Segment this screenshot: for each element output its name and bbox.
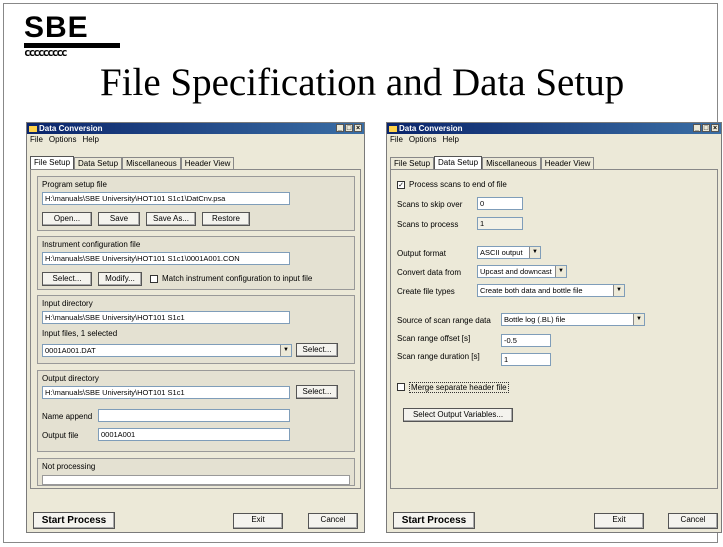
menu-help[interactable]: Help: [442, 134, 458, 145]
tab-file-setup[interactable]: File Setup: [30, 156, 75, 170]
modify-config-button[interactable]: Modify...: [98, 272, 142, 286]
program-setup-path[interactable]: H:\manuals\SBE University\HOT101 S1c1\Da…: [42, 192, 290, 205]
open-button[interactable]: Open...: [42, 212, 92, 226]
select-input-button[interactable]: Select...: [296, 343, 338, 357]
logo-text: SBE: [24, 11, 89, 44]
instrument-config-label: Instrument configuration file: [42, 240, 141, 249]
right-menubar: File Options Help: [387, 134, 721, 145]
create-file-types-select[interactable]: Create both data and bottle file ▼: [477, 284, 625, 297]
left-window-titlebar[interactable]: Data Conversion _ □ ×: [27, 123, 364, 134]
chevron-down-icon[interactable]: ▼: [555, 266, 566, 277]
start-process-button[interactable]: Start Process: [393, 512, 475, 529]
right-window-titlebar[interactable]: Data Conversion _ □ ×: [387, 123, 721, 134]
convert-from-select[interactable]: Upcast and downcast ▼: [477, 265, 567, 278]
skip-over-input[interactable]: 0: [477, 197, 523, 210]
left-menubar: File Options Help: [27, 134, 364, 145]
data-setup-panel: ✓ Process scans to end of file Scans to …: [390, 169, 718, 489]
input-file-value: 0001A001.DAT: [45, 346, 96, 355]
chevron-down-icon[interactable]: ▼: [280, 345, 291, 356]
scan-range-duration-label: Scan range duration [s]: [397, 352, 480, 361]
convert-from-label: Convert data from: [397, 268, 462, 277]
scan-range-offset-input[interactable]: -0.5: [501, 334, 551, 347]
exit-button[interactable]: Exit: [233, 513, 283, 529]
save-as-button[interactable]: Save As...: [146, 212, 196, 226]
select-output-button[interactable]: Select...: [296, 385, 338, 399]
match-config-checkbox[interactable]: [150, 275, 158, 283]
progress-bar: [42, 475, 350, 485]
cancel-button[interactable]: Cancel: [668, 513, 718, 529]
close-icon[interactable]: ×: [354, 124, 362, 132]
scans-to-process-label: Scans to process: [397, 220, 459, 229]
save-button[interactable]: Save: [98, 212, 140, 226]
output-file-input[interactable]: 0001A001: [98, 428, 290, 441]
cancel-button[interactable]: Cancel: [308, 513, 358, 529]
app-icon: [389, 125, 397, 132]
exit-button[interactable]: Exit: [594, 513, 644, 529]
slide-title: File Specification and Data Setup: [100, 61, 625, 104]
output-directory-group: Output directory H:\manuals\SBE Universi…: [37, 370, 355, 452]
logo-wave: ccccccccc: [24, 46, 68, 59]
menu-options[interactable]: Options: [49, 134, 77, 145]
minimize-icon[interactable]: _: [336, 124, 344, 132]
restore-button[interactable]: Restore: [202, 212, 250, 226]
create-file-types-label: Create file types: [397, 287, 455, 296]
output-file-label: Output file: [42, 431, 79, 440]
maximize-icon[interactable]: □: [702, 124, 710, 132]
maximize-icon[interactable]: □: [345, 124, 353, 132]
source-scan-range-label: Source of scan range data: [397, 316, 491, 325]
name-append-label: Name append: [42, 412, 93, 421]
menu-help[interactable]: Help: [82, 134, 98, 145]
process-scans-label: Process scans to end of file: [409, 180, 507, 189]
minimize-icon[interactable]: _: [693, 124, 701, 132]
output-format-select[interactable]: ASCII output ▼: [477, 246, 541, 259]
program-setup-label: Program setup file: [42, 180, 107, 189]
tab-data-setup[interactable]: Data Setup: [434, 156, 483, 170]
input-directory-group: Input directory H:\manuals\SBE Universit…: [37, 295, 355, 364]
input-file-select[interactable]: 0001A001.DAT ▼: [42, 344, 292, 357]
menu-file[interactable]: File: [30, 134, 43, 145]
menu-file[interactable]: File: [390, 134, 403, 145]
chevron-down-icon[interactable]: ▼: [613, 285, 624, 296]
output-directory-path[interactable]: H:\manuals\SBE University\HOT101 S1c1: [42, 386, 290, 399]
name-append-input[interactable]: [98, 409, 290, 422]
window-title: Data Conversion: [39, 124, 103, 133]
scans-to-process-input[interactable]: 1: [477, 217, 523, 230]
input-files-label: Input files, 1 selected: [42, 329, 118, 338]
program-setup-group: Program setup file H:\manuals\SBE Univer…: [37, 176, 355, 231]
left-window: Data Conversion _ □ × File Options Help Fi…: [26, 122, 365, 533]
output-directory-label: Output directory: [42, 374, 99, 383]
output-format-value: ASCII output: [480, 248, 523, 257]
start-process-button[interactable]: Start Process: [33, 512, 115, 529]
input-directory-label: Input directory: [42, 299, 93, 308]
close-icon[interactable]: ×: [711, 124, 719, 132]
sbe-logo: SBE ccccccccc: [24, 11, 120, 59]
source-scan-range-value: Bottle log (.BL) file: [504, 315, 566, 324]
instrument-config-group: Instrument configuration file H:\manuals…: [37, 236, 355, 290]
right-window: Data Conversion _ □ × File Options Help Fi…: [386, 122, 722, 533]
window-title: Data Conversion: [399, 124, 463, 133]
convert-from-value: Upcast and downcast: [480, 267, 552, 276]
select-config-button[interactable]: Select...: [42, 272, 92, 286]
skip-over-label: Scans to skip over: [397, 200, 463, 209]
file-setup-panel: Program setup file H:\manuals\SBE Univer…: [30, 169, 361, 489]
output-format-label: Output format: [397, 249, 446, 258]
merge-header-checkbox[interactable]: [397, 383, 405, 391]
app-icon: [29, 125, 37, 132]
scan-range-duration-input[interactable]: 1: [501, 353, 551, 366]
create-file-types-value: Create both data and bottle file: [480, 286, 583, 295]
chevron-down-icon[interactable]: ▼: [633, 314, 644, 325]
status-text: Not processing: [42, 462, 96, 471]
menu-options[interactable]: Options: [409, 134, 437, 145]
source-scan-range-select[interactable]: Bottle log (.BL) file ▼: [501, 313, 645, 326]
instrument-config-path[interactable]: H:\manuals\SBE University\HOT101 S1c1\00…: [42, 252, 290, 265]
chevron-down-icon[interactable]: ▼: [529, 247, 540, 258]
input-directory-path[interactable]: H:\manuals\SBE University\HOT101 S1c1: [42, 311, 290, 324]
status-group: Not processing: [37, 458, 355, 486]
match-config-label: Match instrument configuration to input …: [162, 274, 313, 283]
scan-range-offset-label: Scan range offset [s]: [397, 334, 471, 343]
select-output-variables-button[interactable]: Select Output Variables...: [403, 408, 513, 422]
process-scans-checkbox[interactable]: ✓: [397, 181, 405, 189]
merge-header-label: Merge separate header file: [409, 382, 509, 393]
